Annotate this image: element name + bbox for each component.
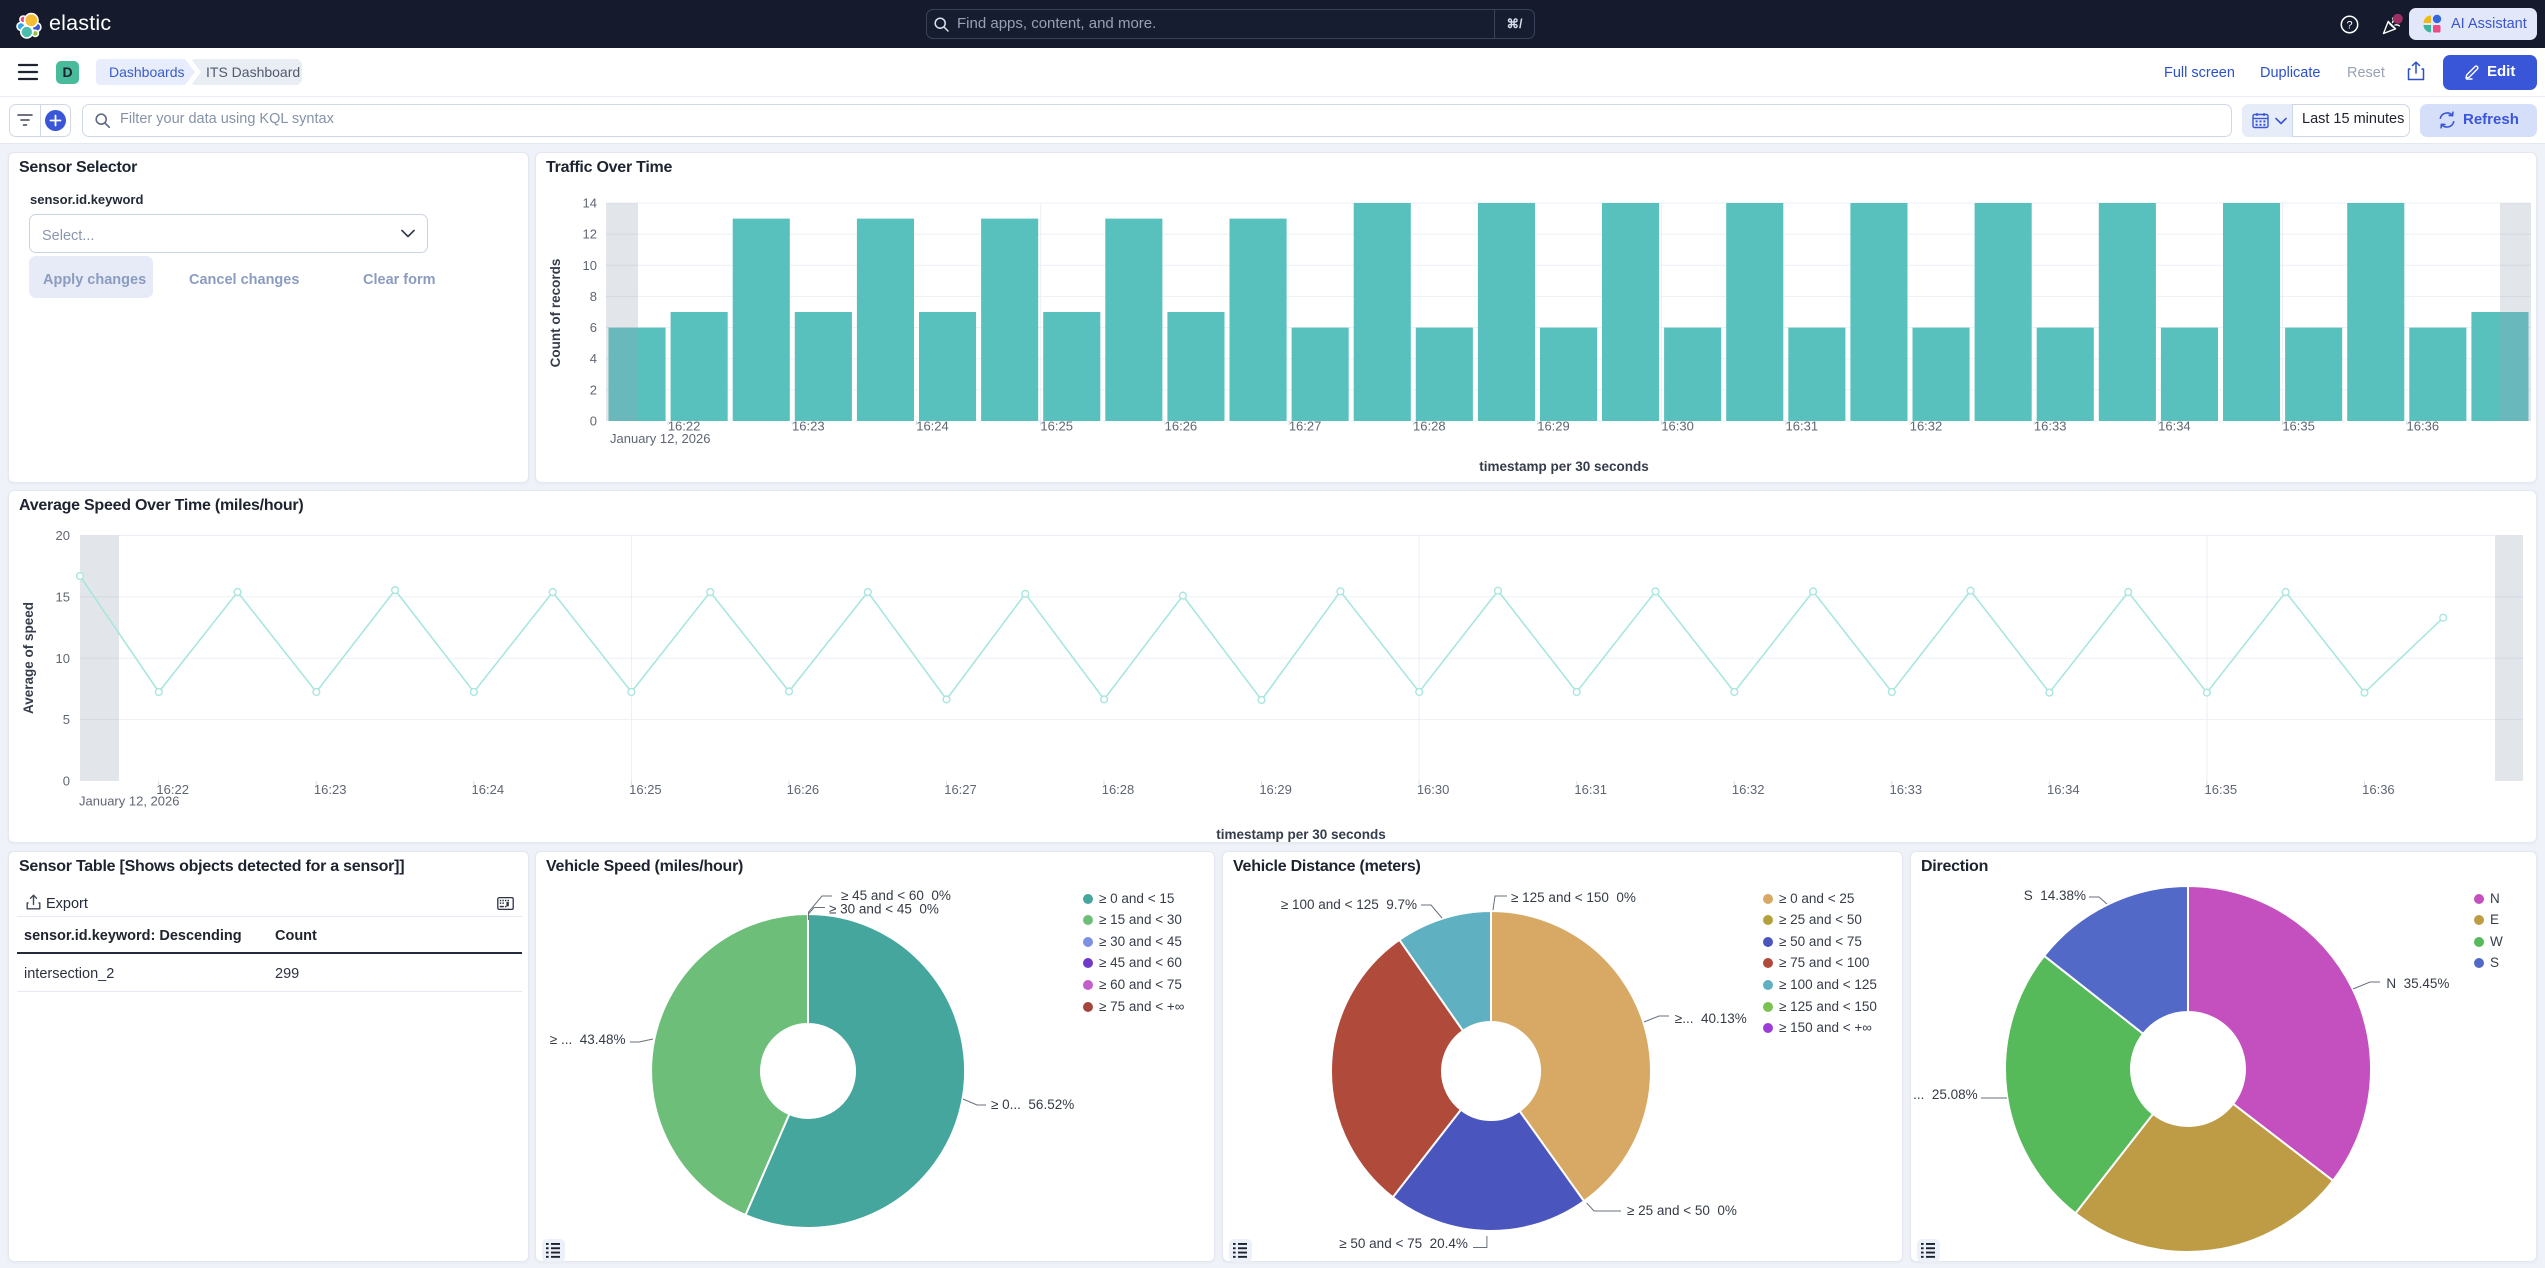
svg-text:16:26: 16:26 <box>787 782 820 797</box>
svg-text:16:27: 16:27 <box>944 782 977 797</box>
svg-text:N 35.45%: N 35.45% <box>2386 976 2449 991</box>
svg-text:16:23: 16:23 <box>314 782 347 797</box>
svg-text:16:31: 16:31 <box>1574 782 1607 797</box>
svg-text:16:32: 16:32 <box>1910 419 1943 434</box>
svg-text:16:25: 16:25 <box>629 782 662 797</box>
svg-text:16:23: 16:23 <box>792 419 825 434</box>
svg-text:S 14.38%: S 14.38% <box>2024 888 2086 903</box>
svg-text:January 12, 2026: January 12, 2026 <box>610 431 710 446</box>
svg-text:16:24: 16:24 <box>472 782 505 797</box>
svg-text:16:35: 16:35 <box>2205 782 2238 797</box>
svg-text:16:33: 16:33 <box>1890 782 1923 797</box>
svg-text:≥ 125 and < 150 0%: ≥ 125 and < 150 0% <box>1511 890 1636 905</box>
svg-text:timestamp per 30 seconds: timestamp per 30 seconds <box>1479 459 1649 474</box>
svg-text:... 25.08%: ... 25.08% <box>1913 1087 1978 1102</box>
svg-text:16:30: 16:30 <box>1417 782 1450 797</box>
svg-text:?: ? <box>2346 19 2352 31</box>
svg-text:10: 10 <box>583 258 597 273</box>
svg-text:0: 0 <box>590 414 597 429</box>
svg-text:Average of speed: Average of speed <box>21 602 36 714</box>
svg-text:15: 15 <box>56 589 70 604</box>
svg-text:timestamp per 30 seconds: timestamp per 30 seconds <box>1216 827 1386 842</box>
svg-text:Count of records: Count of records <box>548 259 563 368</box>
svg-text:≥ 0... 56.52%: ≥ 0... 56.52% <box>991 1097 1074 1112</box>
svg-text:16:31: 16:31 <box>1786 419 1819 434</box>
svg-text:16:29: 16:29 <box>1537 419 1570 434</box>
svg-text:≥ ... 43.48%: ≥ ... 43.48% <box>550 1032 626 1047</box>
svg-text:0: 0 <box>63 774 70 789</box>
svg-text:16:29: 16:29 <box>1259 782 1292 797</box>
svg-text:16:28: 16:28 <box>1102 782 1135 797</box>
svg-text:16:24: 16:24 <box>916 419 949 434</box>
svg-text:10: 10 <box>56 651 70 666</box>
svg-text:2: 2 <box>590 382 597 397</box>
svg-text:20: 20 <box>56 528 70 543</box>
svg-text:16:34: 16:34 <box>2047 782 2080 797</box>
svg-text:16:36: 16:36 <box>2407 419 2440 434</box>
svg-text:8: 8 <box>590 289 597 304</box>
svg-text:16:30: 16:30 <box>1661 419 1694 434</box>
svg-text:16:27: 16:27 <box>1289 419 1322 434</box>
svg-text:≥ 25 and < 50 0%: ≥ 25 and < 50 0% <box>1627 1203 1737 1218</box>
svg-text:16:34: 16:34 <box>2158 419 2191 434</box>
svg-text:12: 12 <box>583 227 597 242</box>
svg-text:16:28: 16:28 <box>1413 419 1446 434</box>
svg-text:5: 5 <box>63 712 70 727</box>
svg-text:≥ 30 and < 45 0%: ≥ 30 and < 45 0% <box>829 902 939 917</box>
svg-text:16:36: 16:36 <box>2362 782 2395 797</box>
svg-text:16:35: 16:35 <box>2282 419 2315 434</box>
svg-text:16:33: 16:33 <box>2034 419 2067 434</box>
svg-text:16:25: 16:25 <box>1040 419 1073 434</box>
svg-text:≥... 40.13%: ≥... 40.13% <box>1675 1011 1747 1026</box>
svg-text:4: 4 <box>590 351 597 366</box>
svg-text:16:32: 16:32 <box>1732 782 1765 797</box>
svg-text:14: 14 <box>583 196 597 211</box>
svg-text:≥ 50 and < 75 20.4%: ≥ 50 and < 75 20.4% <box>1339 1236 1468 1251</box>
svg-text:January 12, 2026: January 12, 2026 <box>79 794 179 809</box>
svg-text:16:26: 16:26 <box>1165 419 1198 434</box>
svg-text:6: 6 <box>590 320 597 335</box>
svg-text:≥ 100 and < 125 9.7%: ≥ 100 and < 125 9.7% <box>1281 897 1417 912</box>
